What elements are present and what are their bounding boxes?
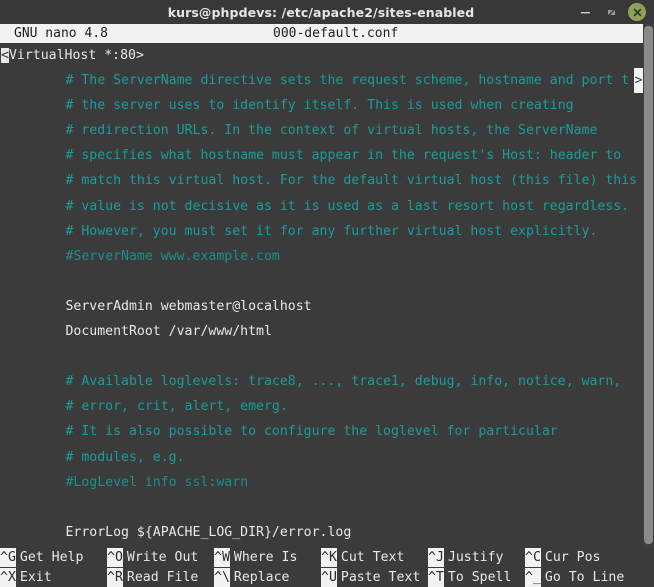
editor-text-area[interactable]: <VirtualHost *:80> # The ServerName direc… [0,43,654,548]
editor-line: # However, you must set it for any furth… [0,219,654,244]
text-cursor: < [1,48,9,63]
editor-line: ErrorLog ${APACHE_LOG_DIR}/error.log [0,520,654,545]
editor-line-text: # It is also possible to configure the l… [65,424,558,440]
scrollbar-thumb[interactable] [644,26,653,544]
shortcut-item[interactable]: ^G Get Help [0,548,83,567]
shortcut-row-1: ^G Get Help ^O Write Out ^W Where Is ^K Cut Tex… [0,548,654,567]
shortcut-item[interactable]: ^U Paste Text [321,568,420,587]
shortcut-label: Paste Text [340,570,421,585]
editor-line: # error, crit, alert, emerg. [0,394,654,419]
editor-line: # modules, e.g. [0,445,654,470]
window-controls [572,0,654,24]
editor-line: # value is not decisive as it is used as… [0,194,654,219]
editor-line: # It is also possible to configure the l… [0,419,654,444]
editor-line: # The ServerName directive sets the requ… [0,68,654,94]
editor-line-text: ServerAdmin webmaster@localhost [65,298,312,314]
editor-line-text: # The ServerName directive sets the requ… [65,73,630,89]
editor-line-text: # modules, e.g. [65,449,185,465]
editor-line: # Available loglevels: trace8, ..., trac… [0,369,654,394]
shortcut-key: ^_ [525,568,541,587]
shortcut-item[interactable]: ^X Exit [0,568,52,587]
shortcut-key: ^J [428,548,444,567]
editor-line-text: # redirection URLs. In the context of vi… [65,123,598,139]
shortcut-item[interactable]: ^W Where Is [214,548,297,567]
editor-line-text: # value is not decisive as it is used as… [65,198,630,214]
shortcut-label: Go To Line [544,570,625,585]
editor-line: ServerAdmin webmaster@localhost [0,294,654,319]
shortcut-key: ^G [0,548,16,567]
shortcut-item[interactable]: ^C Cur Pos [525,548,600,567]
editor-line-text: # Available loglevels: trace8, ..., trac… [65,374,622,390]
close-button[interactable] [628,3,646,21]
editor-line-text: # However, you must set it for any furth… [65,223,598,239]
window-titlebar[interactable]: kurs@phpdevs: /etc/apache2/sites-enabled [0,0,654,25]
shortcut-label: To Spell [447,570,512,585]
editor-line-text: # specifies what hostname must appear in… [65,148,622,164]
editor-line: # redirection URLs. In the context of vi… [0,118,654,143]
shortcut-label: Cut Text [340,550,405,565]
editor-line-text: VirtualHost *:80> [8,48,144,63]
shortcut-item[interactable]: ^_ Go To Line [525,568,624,587]
shortcut-item[interactable]: ^\ Replace [214,568,289,587]
editor-line: # specifies what hostname must appear in… [0,143,654,168]
shortcut-label: Get Help [19,550,84,565]
shortcut-key: ^\ [214,568,230,587]
vertical-scrollbar[interactable] [643,24,654,548]
shortcut-label: Replace [233,570,290,585]
shortcut-key: ^O [107,548,123,567]
editor-line-text: # match this virtual host. For the defau… [65,173,638,189]
nano-filename-label: 000-default.conf [273,26,399,41]
minimize-button[interactable] [572,0,598,24]
shortcut-item[interactable]: ^R Read File [107,568,198,587]
shortcut-label: Cur Pos [544,550,601,565]
shortcut-key: ^C [525,548,541,567]
editor-line-text: DocumentRoot /var/www/html [65,324,272,340]
editor-line: <VirtualHost *:80> [0,43,654,68]
terminal-window: kurs@phpdevs: /etc/apache2/sites-enabled… [0,0,654,587]
nano-version-label: GNU nano 4.8 [14,26,108,41]
editor-line-text: # error, crit, alert, emerg. [65,399,288,415]
maximize-button[interactable] [598,0,624,24]
shortcut-label: Justify [447,550,504,565]
shortcut-key: ^K [321,548,337,567]
editor-line: DocumentRoot /var/www/html [0,319,654,344]
shortcut-label: Write Out [126,550,199,565]
shortcut-key: ^W [214,548,230,567]
shortcut-key: ^U [321,568,337,587]
editor-line: # the server uses to identify itself. Th… [0,93,654,118]
shortcut-item[interactable]: ^K Cut Text [321,548,404,567]
editor-line-text: #LogLevel info ssl:warn [65,474,249,490]
shortcut-row-2: ^X Exit ^R Read File ^\ Replace ^U Paste Text ^T… [0,568,654,587]
shortcut-key: ^R [107,568,123,587]
line-continuation-marker: > [634,68,643,94]
editor-line: #ServerName www.example.com [0,244,654,269]
window-title: kurs@phpdevs: /etc/apache2/sites-enabled [167,4,475,20]
editor-line-text: #ServerName www.example.com [65,248,280,264]
shortcut-label: Read File [126,570,199,585]
nano-header: GNU nano 4.8 000-default.conf [0,24,654,43]
editor-line: #LogLevel info ssl:warn [0,470,654,495]
shortcut-key: ^X [0,568,16,587]
editor-line-text: ErrorLog ${APACHE_LOG_DIR}/error.log [65,524,352,540]
nano-shortcut-bar: ^G Get Help ^O Write Out ^W Where Is ^K Cut Tex… [0,548,654,587]
shortcut-item[interactable]: ^O Write Out [107,548,198,567]
shortcut-key: ^T [428,568,444,587]
editor-line-text: # the server uses to identify itself. Th… [65,98,574,114]
shortcut-label: Where Is [233,550,298,565]
shortcut-item[interactable]: ^J Justify [428,548,503,567]
shortcut-label: Exit [19,570,52,585]
shortcut-item[interactable]: ^T To Spell [428,568,511,587]
editor-line: # match this virtual host. For the defau… [0,168,654,193]
